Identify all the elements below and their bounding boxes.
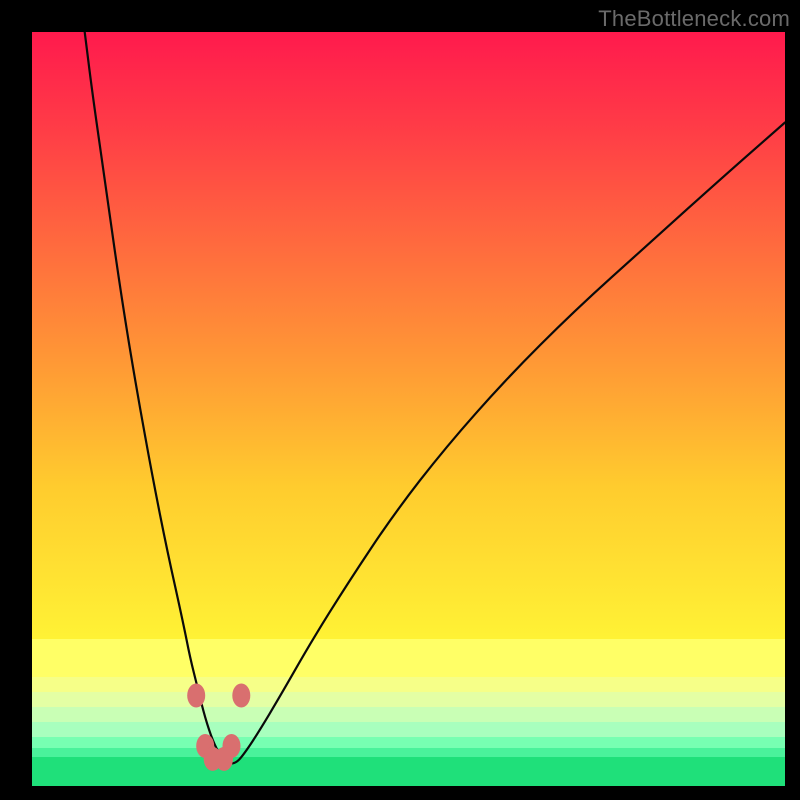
curve-layer [32, 32, 785, 786]
chart-frame: TheBottleneck.com [0, 0, 800, 800]
curve-marker [187, 684, 205, 708]
curve-marker [215, 747, 233, 771]
curve-marker [232, 684, 250, 708]
plot-area [32, 32, 785, 786]
watermark-text: TheBottleneck.com [598, 6, 790, 32]
bottleneck-curve [85, 32, 785, 763]
